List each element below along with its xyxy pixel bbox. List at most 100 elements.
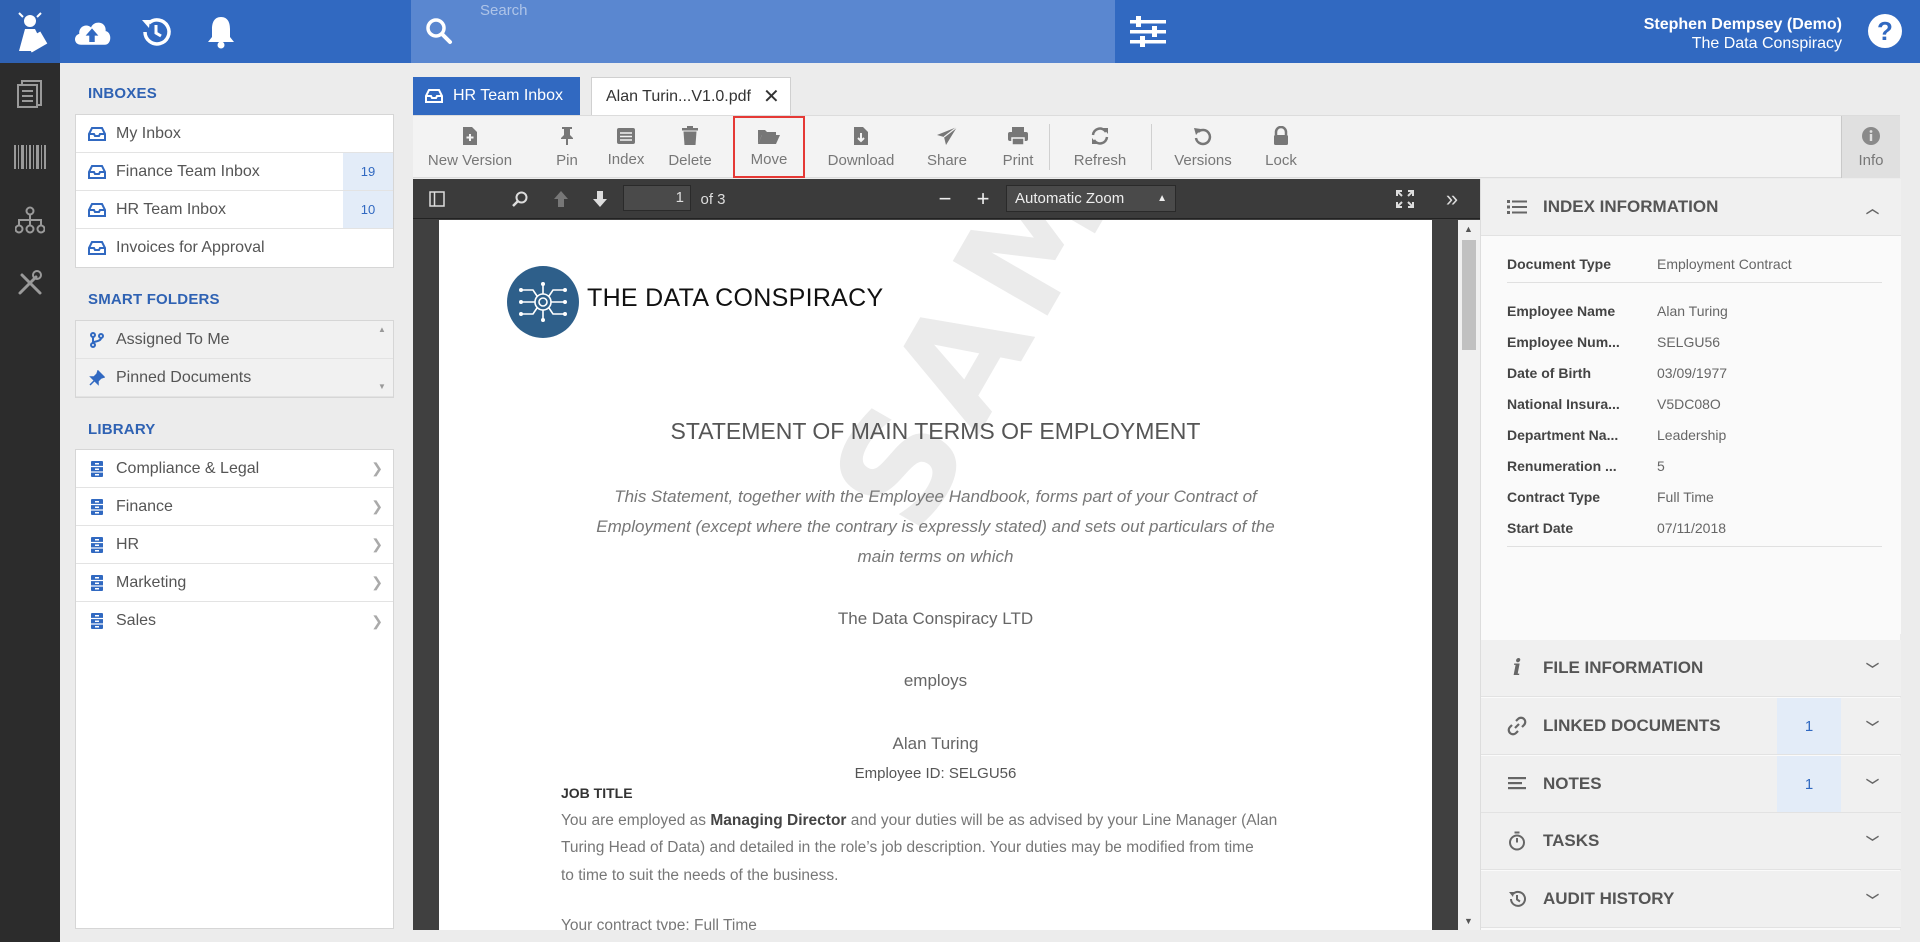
library-item-sales[interactable]: Sales ❯ — [76, 602, 393, 640]
pin-label: Pin — [556, 151, 578, 169]
user-org: The Data Conspiracy — [1691, 35, 1842, 52]
tab-hr-team-inbox[interactable]: HR Team Inbox — [413, 77, 580, 115]
workflow-icon[interactable] — [14, 204, 46, 236]
field-key: Employee Num... — [1507, 334, 1620, 350]
help-button[interactable]: ? — [1868, 14, 1902, 48]
scroll-thumb[interactable] — [1462, 240, 1476, 350]
audit-history-header[interactable]: AUDIT HISTORY ﹀ — [1481, 871, 1901, 928]
info-button[interactable]: Info — [1841, 116, 1900, 178]
folder-open-icon — [758, 129, 780, 144]
search-icon — [425, 17, 453, 50]
trash-icon — [682, 125, 698, 145]
tools-icon[interactable] — [14, 267, 46, 299]
stopwatch-icon — [1505, 831, 1529, 851]
inbox-item-invoices[interactable]: Invoices for Approval — [76, 229, 393, 267]
tools-menu-icon[interactable]: » — [1435, 179, 1469, 219]
find-icon[interactable] — [508, 179, 532, 219]
library-item-label: Compliance & Legal — [116, 459, 260, 477]
zoom-out-icon[interactable]: − — [933, 179, 957, 219]
lock-label: Lock — [1265, 151, 1297, 169]
inbox-tray-icon — [86, 241, 108, 255]
scroll-up-icon[interactable]: ▲ — [1464, 224, 1473, 234]
field-key: Renumeration ... — [1507, 458, 1617, 474]
chevron-up-icon: ︿ — [1865, 200, 1879, 216]
search-box[interactable]: Search — [411, 0, 1115, 63]
bell-icon[interactable] — [201, 12, 241, 52]
chevron-down-icon: ﹀ — [1865, 661, 1879, 677]
delete-button[interactable]: Delete — [663, 116, 717, 178]
app-logo[interactable] — [0, 0, 60, 63]
top-bar: Search Stephen Dempsey (Demo) The Data C… — [60, 0, 1920, 63]
versions-button[interactable]: Versions — [1165, 116, 1241, 178]
library-item-finance[interactable]: Finance ❯ — [76, 488, 393, 526]
inbox-item-my-inbox[interactable]: My Inbox — [76, 115, 393, 153]
move-button[interactable]: Move — [733, 116, 805, 178]
smart-folder-assigned[interactable]: Assigned To Me — [76, 321, 393, 359]
field-value: 5 — [1657, 458, 1665, 474]
library-item-compliance[interactable]: Compliance & Legal ❯ — [76, 450, 393, 488]
index-field: Employee Num... SELGU56 — [1507, 334, 1882, 350]
sidebar-toggle-icon[interactable] — [425, 179, 449, 219]
upload-cloud-icon[interactable] — [72, 12, 112, 52]
index-information-header[interactable]: INDEX INFORMATION ︿ — [1481, 179, 1901, 236]
inboxes-title: INBOXES — [88, 85, 157, 102]
inbox-list: My Inbox Finance Team Inbox 19 HR Team I… — [75, 114, 394, 268]
smart-folder-pinned[interactable]: Pinned Documents — [76, 359, 393, 397]
divider — [1507, 282, 1882, 283]
page-total: of 3 — [700, 190, 726, 208]
lock-button[interactable]: Lock — [1253, 116, 1309, 178]
index-field: Start Date 07/11/2018 — [1507, 520, 1882, 536]
refresh-button[interactable]: Refresh — [1062, 116, 1138, 178]
library-item-hr[interactable]: HR ❯ — [76, 526, 393, 564]
notes-header[interactable]: NOTES 1 ﹀ — [1481, 756, 1901, 813]
pdf-toolbar: 1 of 3 − + Automatic Zoom ▲▼ » — [413, 179, 1480, 229]
page-number-input[interactable]: 1 — [623, 185, 691, 211]
job-line-1a: You are employed as — [561, 812, 711, 829]
zoom-select[interactable]: Automatic Zoom ▲▼ — [1006, 185, 1176, 229]
audit-history-title: AUDIT HISTORY — [1543, 889, 1675, 908]
filter-settings-icon[interactable] — [1128, 12, 1168, 52]
field-value: V5DC08O — [1657, 396, 1721, 412]
inbox-tray-icon — [86, 202, 108, 217]
file-information-header[interactable]: i FILE INFORMATION ﹀ — [1481, 640, 1901, 697]
next-page-icon[interactable] — [588, 179, 612, 219]
contract-type-line: Your contract type: Full Time — [561, 917, 757, 930]
barcode-icon[interactable] — [14, 141, 46, 173]
print-button[interactable]: Print — [986, 116, 1050, 178]
company-logo-text: THE DATA CONSPIRACY — [587, 284, 884, 312]
library-item-label: Finance — [116, 497, 173, 515]
tasks-header[interactable]: TASKS ﹀ — [1481, 813, 1901, 870]
pdf-scrollbar[interactable]: ▲ ▼ — [1458, 220, 1480, 930]
zoom-in-icon[interactable]: + — [971, 179, 995, 219]
smart-folder-scrollbar[interactable]: ▲ ▼ — [378, 321, 390, 395]
fullscreen-icon[interactable] — [1391, 179, 1419, 219]
search-placeholder[interactable]: Search — [480, 2, 528, 19]
inbox-item-hr-team[interactable]: HR Team Inbox 10 — [76, 191, 393, 229]
linked-documents-header[interactable]: LINKED DOCUMENTS 1 ﹀ — [1481, 698, 1901, 755]
share-button[interactable]: Share — [915, 116, 979, 178]
index-field: Department Na... Leadership — [1507, 427, 1882, 443]
inbox-item-finance-team[interactable]: Finance Team Inbox 19 — [76, 153, 393, 191]
close-tab-icon[interactable]: ✕ — [763, 84, 780, 109]
user-info[interactable]: Stephen Dempsey (Demo) The Data Conspira… — [1644, 15, 1842, 53]
field-value: 07/11/2018 — [1657, 520, 1727, 536]
index-button[interactable]: Index — [599, 116, 653, 178]
library-item-marketing[interactable]: Marketing ❯ — [76, 564, 393, 602]
list-icon — [1505, 199, 1529, 215]
intro-line-1: This Statement, together with the Employ… — [614, 487, 1257, 506]
new-version-button[interactable]: New Version — [425, 116, 515, 178]
documents-icon[interactable] — [14, 78, 46, 110]
history-icon[interactable] — [136, 12, 176, 52]
scroll-down-icon[interactable]: ▼ — [1464, 916, 1473, 926]
cabinet-icon — [86, 574, 108, 592]
field-value: Alan Turing — [1657, 303, 1728, 319]
pin-button[interactable]: Pin — [540, 116, 594, 178]
file-information-title: FILE INFORMATION — [1543, 658, 1704, 677]
new-file-icon — [463, 126, 477, 145]
tab-document[interactable]: Alan Turin...V1.0.pdf ✕ — [591, 77, 791, 115]
previous-page-icon[interactable] — [549, 179, 573, 219]
download-button[interactable]: Download — [820, 116, 902, 178]
chevron-down-icon: ﹀ — [1865, 892, 1879, 908]
download-file-icon — [854, 126, 868, 145]
field-value: Leadership — [1657, 427, 1727, 443]
